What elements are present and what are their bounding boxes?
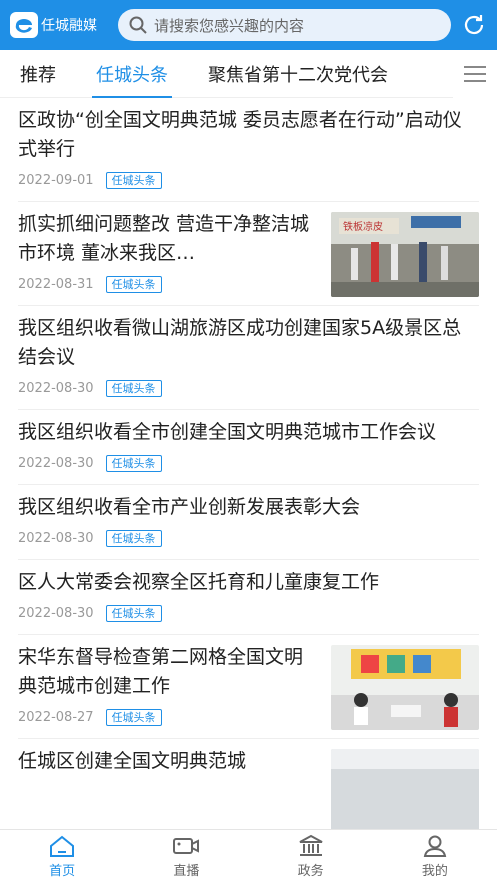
article-thumbnail: [331, 749, 479, 829]
list-item[interactable]: 我区组织收看全市创建全国文明典范城市工作会议 2022-08-30 任城头条: [18, 410, 479, 485]
article-title: 我区组织收看全市产业创新发展表彰大会: [18, 496, 361, 518]
nav-label: 我的: [421, 864, 448, 879]
search-placeholder: 请搜索您感兴趣的内容: [154, 16, 305, 35]
tab-party-congress[interactable]: 聚焦省第十二次党代会: [188, 50, 408, 98]
list-item[interactable]: 我区组织收看全市产业创新发展表彰大会 2022-08-30 任城头条: [18, 485, 479, 560]
article-list: 区政协“创全国文明典范城 委员志愿者在行动”启动仪式举行 2022-09-01 任…: [0, 98, 497, 829]
nav-label: 直播: [173, 864, 200, 879]
article-date: 2022-08-30: [18, 456, 94, 471]
article-tag: 任城头条: [105, 380, 162, 397]
article-date: 2022-08-30: [18, 606, 94, 621]
article-thumbnail: 铁板凉皮: [331, 212, 479, 297]
tab-rencheng-headlines[interactable]: 任城头条: [76, 50, 188, 98]
logo-icon: [10, 12, 38, 38]
home-icon: [50, 835, 75, 857]
list-item[interactable]: 抓实抓细问题整改 营造干净整洁城市环境 董冰来我区… 2022-08-31 任城头…: [18, 202, 479, 306]
nav-home[interactable]: 首页: [0, 830, 124, 883]
article-tag: 任城头条: [105, 455, 162, 472]
article-date: 2022-09-01: [18, 173, 94, 188]
article-date: 2022-08-31: [18, 277, 94, 292]
channel-tabs: 推荐 任城头条 聚焦省第十二次党代会: [0, 50, 497, 98]
article-tag: 任城头条: [105, 276, 162, 293]
article-title: 宋华东督导检查第二网格全国文明典范城市创建工作: [18, 646, 304, 697]
article-title: 区人大常委会视察全区托育和儿童康复工作: [18, 571, 380, 593]
article-tag: 任城头条: [105, 530, 162, 547]
nav-government[interactable]: 政务: [249, 830, 373, 883]
article-title: 任城区创建全国文明典范城: [18, 750, 247, 772]
bottom-nav: 首页 直播 政务 我的: [0, 829, 497, 883]
shop-sign-text: 铁板凉皮: [343, 220, 383, 233]
article-title: 我区组织收看微山湖旅游区成功创建国家5A级景区总结会议: [18, 317, 462, 368]
search-icon: [129, 16, 147, 34]
list-item[interactable]: 我区组织收看微山湖旅游区成功创建国家5A级景区总结会议 2022-08-30 任城…: [18, 306, 479, 410]
app-header: 任城融媒 请搜索您感兴趣的内容: [0, 0, 497, 50]
article-tag: 任城头条: [105, 172, 162, 189]
article-title: 抓实抓细问题整改 营造干净整洁城市环境 董冰来我区…: [18, 213, 310, 264]
refresh-icon[interactable]: [461, 12, 487, 38]
list-item[interactable]: 区人大常委会视察全区托育和儿童康复工作 2022-08-30 任城头条: [18, 560, 479, 635]
article-tag: 任城头条: [105, 709, 162, 726]
article-thumbnail: [331, 645, 479, 730]
government-building-icon: [299, 834, 323, 856]
list-item[interactable]: 宋华东督导检查第二网格全国文明典范城市创建工作 2022-08-27 任城头条: [18, 635, 479, 739]
app-name: 任城融媒: [41, 18, 97, 34]
list-item[interactable]: 区政协“创全国文明典范城 委员志愿者在行动”启动仪式举行 2022-09-01 任…: [18, 98, 479, 202]
video-icon: [173, 838, 200, 854]
article-date: 2022-08-27: [18, 710, 94, 725]
article-title: 区政协“创全国文明典范城 委员志愿者在行动”启动仪式举行: [18, 109, 462, 160]
list-item[interactable]: 任城区创建全国文明典范城: [18, 739, 479, 829]
article-tag: 任城头条: [105, 605, 162, 622]
tab-recommend[interactable]: 推荐: [0, 50, 76, 98]
nav-live[interactable]: 直播: [124, 830, 248, 883]
article-date: 2022-08-30: [18, 381, 94, 396]
nav-mine[interactable]: 我的: [373, 830, 497, 883]
channel-menu-icon[interactable]: [453, 50, 497, 98]
app-logo[interactable]: 任城融媒: [10, 12, 110, 38]
nav-label: 政务: [297, 864, 324, 879]
nav-label: 首页: [49, 864, 76, 879]
user-icon: [423, 835, 447, 857]
article-title: 我区组织收看全市创建全国文明典范城市工作会议: [18, 421, 437, 443]
article-date: 2022-08-30: [18, 531, 94, 546]
search-bar[interactable]: 请搜索您感兴趣的内容: [118, 9, 451, 41]
